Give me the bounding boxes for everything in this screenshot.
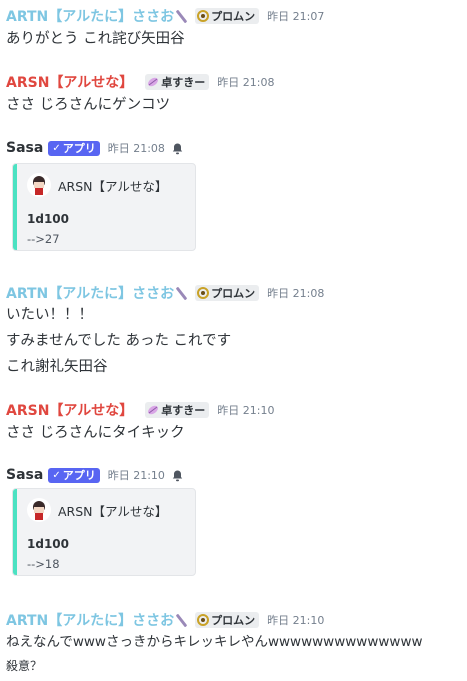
- role-label: 卓すきー: [161, 76, 206, 89]
- message-line: 殺意？: [6, 659, 43, 673]
- message-header: Sasa ✓ アプリ 昨日 21:08: [6, 139, 467, 157]
- bell-icon[interactable]: [171, 142, 184, 155]
- message-group: ARTN【アルたに】ささお プロムン 昨日 21:10 ねえなんでwwwさっきか…: [6, 611, 467, 678]
- check-icon: ✓: [52, 469, 61, 481]
- role-label: プロムン: [211, 287, 256, 300]
- embed-description: -->27: [27, 232, 60, 246]
- author-name[interactable]: ARSN【アルせな】: [6, 400, 133, 420]
- gold-ring-icon: [197, 10, 210, 22]
- message-line: ありがとう これ詫び矢田谷: [6, 31, 185, 47]
- embed-author-name: ARSN【アルせな】: [58, 503, 168, 519]
- app-badge-label: アプリ: [62, 142, 96, 155]
- message-line: ささ じろさんにゲンコツ: [6, 97, 171, 113]
- author-name[interactable]: ARSN【アルせな】: [6, 72, 133, 92]
- embed-author: ARSN【アルせな】: [27, 173, 167, 197]
- avatar[interactable]: [27, 498, 51, 522]
- author-name[interactable]: Sasa: [6, 467, 43, 483]
- message-group: Sasa ✓ アプリ 昨日 21:08 ARSN【アルせな】 1d100 -->…: [6, 139, 467, 251]
- message-header: Sasa ✓ アプリ 昨日 21:10: [6, 466, 467, 484]
- bell-icon[interactable]: [171, 469, 184, 482]
- purple-leaf-icon: [148, 77, 159, 87]
- embed-card: ARSN【アルせな】 1d100 -->18: [12, 488, 196, 576]
- app-badge: ✓ アプリ: [48, 140, 100, 156]
- timestamp[interactable]: 昨日 21:10: [267, 612, 324, 628]
- purple-leaf-icon: [148, 405, 159, 415]
- app-badge: ✓ アプリ: [48, 467, 100, 483]
- message-header: ARSN【アルせな】 卓すきー 昨日 21:08: [6, 73, 467, 91]
- role-badge[interactable]: プロムン: [195, 612, 260, 628]
- role-label: プロムン: [211, 614, 256, 627]
- timestamp[interactable]: 昨日 21:08: [267, 285, 324, 301]
- app-badge-label: アプリ: [62, 469, 96, 482]
- message-header: ARSN【アルせな】 卓すきー 昨日 21:10: [6, 401, 467, 419]
- message-group: ARTN【アルたに】ささお プロムン 昨日 21:08 いたい！！！ すみません…: [6, 284, 467, 379]
- role-badge[interactable]: 卓すきー: [145, 74, 210, 90]
- message-line: これ謝礼矢田谷: [6, 359, 108, 375]
- author-name[interactable]: ARTN【アルたに】ささお: [6, 610, 174, 630]
- message-header: ARTN【アルたに】ささお プロムン 昨日 21:10: [6, 611, 467, 629]
- embed-author: ARSN【アルせな】: [27, 498, 167, 522]
- message-group: ARSN【アルせな】 卓すきー 昨日 21:08 ささ じろさんにゲンコツ: [6, 73, 467, 117]
- embed-author-name: ARSN【アルせな】: [58, 178, 168, 194]
- role-badge[interactable]: プロムン: [195, 285, 260, 301]
- role-label: 卓すきー: [161, 404, 206, 417]
- message-line: ねえなんでwwwさっきからキレッキレやんwwwwwwwwwwwwww: [6, 634, 423, 650]
- message-header: ARTN【アルたに】ささお プロムン 昨日 21:08: [6, 284, 467, 302]
- slash-icon: [175, 614, 187, 626]
- message-group: ARSN【アルせな】 卓すきー 昨日 21:10 ささ じろさんにタイキック: [6, 401, 467, 445]
- author-name[interactable]: Sasa: [6, 140, 43, 156]
- role-badge[interactable]: プロムン: [195, 8, 260, 24]
- embed-title: 1d100: [27, 212, 69, 226]
- gold-ring-icon: [197, 614, 210, 626]
- message-line: いたい！！！: [6, 307, 93, 323]
- timestamp[interactable]: 昨日 21:08: [108, 140, 165, 156]
- embed-title: 1d100: [27, 537, 69, 551]
- message-group: Sasa ✓ アプリ 昨日 21:10 ARSN【アルせな】 1d100 -->…: [6, 466, 467, 576]
- message-header: ARTN【アルたに】ささお プロムン 昨日 21:07: [6, 7, 467, 25]
- timestamp[interactable]: 昨日 21:10: [108, 467, 165, 483]
- message-group: ARTN【アルたに】ささお プロムン 昨日 21:07 ありがとう これ詫び矢田…: [6, 7, 467, 51]
- timestamp[interactable]: 昨日 21:10: [217, 402, 274, 418]
- message-line: すみませんでした あった これです: [6, 333, 232, 349]
- embed-card: ARSN【アルせな】 1d100 -->27: [12, 163, 196, 251]
- message-line: ささ じろさんにタイキック: [6, 425, 185, 441]
- role-label: プロムン: [211, 10, 256, 23]
- author-name[interactable]: ARTN【アルたに】ささお: [6, 283, 174, 303]
- check-icon: ✓: [52, 142, 61, 154]
- embed-description: -->18: [27, 557, 60, 571]
- author-name[interactable]: ARTN【アルたに】ささお: [6, 6, 174, 26]
- timestamp[interactable]: 昨日 21:08: [217, 74, 274, 90]
- slash-icon: [175, 287, 187, 299]
- role-badge[interactable]: 卓すきー: [145, 402, 210, 418]
- avatar[interactable]: [27, 173, 51, 197]
- gold-ring-icon: [197, 287, 210, 299]
- slash-icon: [175, 10, 187, 22]
- timestamp[interactable]: 昨日 21:07: [267, 8, 324, 24]
